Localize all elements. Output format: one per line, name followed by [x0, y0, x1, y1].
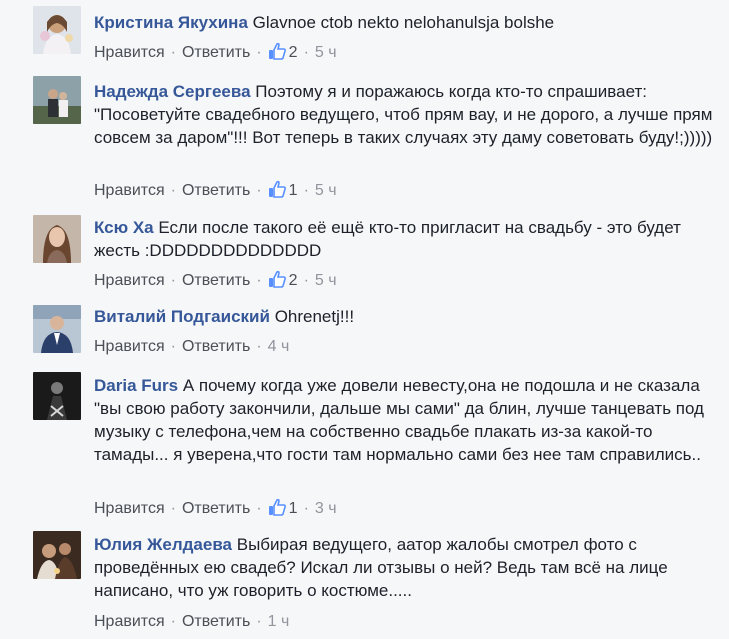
separator: ·: [256, 272, 262, 289]
reply-button[interactable]: Ответить: [182, 338, 250, 355]
avatar[interactable]: [33, 215, 81, 263]
comment-actions: Нравится · Ответить · 2 · 5 ч: [94, 270, 337, 290]
comment-actions: Нравится · Ответить · 1 · 3 ч: [94, 498, 337, 518]
avatar[interactable]: [33, 372, 81, 420]
like-button[interactable]: Нравится: [94, 272, 165, 289]
avatar[interactable]: [33, 6, 81, 54]
separator: ·: [303, 272, 309, 289]
like-button[interactable]: Нравится: [94, 44, 165, 61]
separator: ·: [170, 500, 176, 517]
comment-author[interactable]: Надежда Сергеева: [94, 82, 251, 101]
reply-button[interactable]: Ответить: [182, 613, 250, 630]
timestamp[interactable]: 5 ч: [315, 182, 337, 199]
separator: ·: [170, 182, 176, 199]
timestamp[interactable]: 1 ч: [268, 613, 290, 630]
thumbs-up-icon[interactable]: [268, 270, 286, 288]
comment-actions: Нравится · Ответить · 1 ч: [94, 612, 289, 632]
avatar[interactable]: [33, 531, 81, 579]
separator: ·: [170, 613, 176, 630]
comment-author[interactable]: Ксю Ха: [94, 218, 154, 237]
comment-text: Если после такого её ещё кто-то пригласи…: [94, 218, 681, 260]
comment-author[interactable]: Daria Furs: [94, 376, 178, 395]
reply-button[interactable]: Ответить: [182, 272, 250, 289]
like-count[interactable]: 1: [289, 500, 298, 517]
like-button[interactable]: Нравится: [94, 613, 165, 630]
comment-author[interactable]: Юлия Желдаева: [94, 535, 232, 554]
separator: ·: [170, 272, 176, 289]
timestamp[interactable]: 5 ч: [315, 272, 337, 289]
like-count[interactable]: 1: [289, 182, 298, 199]
separator: ·: [303, 500, 309, 517]
comment-text: Glavnoe ctob nekto nelohanulsja bolshe: [252, 13, 555, 32]
reply-button[interactable]: Ответить: [182, 182, 250, 199]
avatar[interactable]: [33, 305, 81, 353]
separator: ·: [256, 182, 262, 199]
separator: ·: [256, 338, 262, 355]
timestamp[interactable]: 5 ч: [315, 44, 337, 61]
thumbs-up-icon[interactable]: [268, 180, 286, 198]
reply-button[interactable]: Ответить: [182, 500, 250, 517]
timestamp[interactable]: 3 ч: [315, 500, 337, 517]
separator: ·: [170, 338, 176, 355]
comment-actions: Нравится · Ответить · 1 · 5 ч: [94, 180, 337, 200]
comment-actions: Нравится · Ответить · 2 · 5 ч: [94, 42, 337, 62]
separator: ·: [170, 44, 176, 61]
like-button[interactable]: Нравится: [94, 500, 165, 517]
separator: ·: [256, 500, 262, 517]
comments-list: Кристина Якухина Glavnoe ctob nekto nelo…: [0, 0, 729, 639]
avatar[interactable]: [33, 76, 81, 124]
separator: ·: [303, 182, 309, 199]
separator: ·: [303, 44, 309, 61]
comment-author[interactable]: Виталий Подгаиский: [94, 307, 270, 326]
like-button[interactable]: Нравится: [94, 338, 165, 355]
like-button[interactable]: Нравится: [94, 182, 165, 199]
separator: ·: [256, 613, 262, 630]
separator: ·: [256, 44, 262, 61]
comment-text: Ohrenetj!!!: [274, 307, 355, 326]
comment-text: А почему когда уже довели невесту,она не…: [94, 376, 704, 464]
reply-button[interactable]: Ответить: [182, 44, 250, 61]
comment-author[interactable]: Кристина Якухина: [94, 13, 248, 32]
thumbs-up-icon[interactable]: [268, 42, 286, 60]
like-count[interactable]: 2: [289, 272, 298, 289]
like-count[interactable]: 2: [289, 44, 298, 61]
thumbs-up-icon[interactable]: [268, 498, 286, 516]
comment-actions: Нравится · Ответить · 4 ч: [94, 337, 289, 357]
timestamp[interactable]: 4 ч: [268, 338, 290, 355]
